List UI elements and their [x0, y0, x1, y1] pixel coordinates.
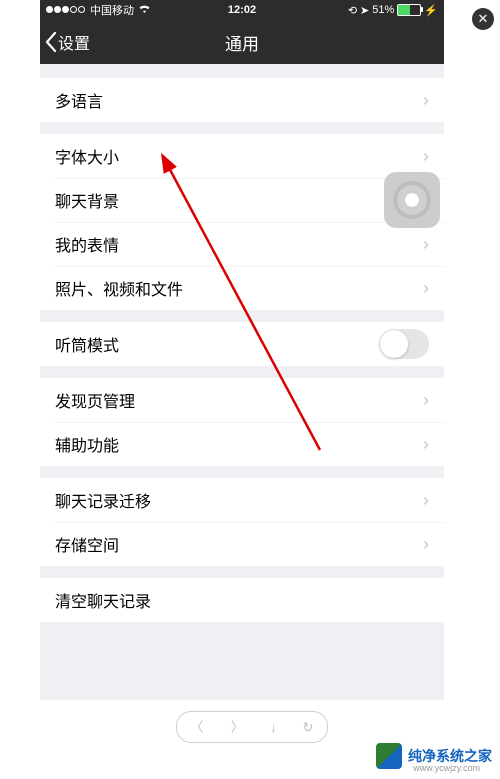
settings-group: 清空聊天记录 — [40, 578, 444, 622]
cell-accessibility[interactable]: 辅助功能› — [40, 422, 444, 466]
assistive-touch-icon — [393, 181, 431, 219]
cell-stickers[interactable]: 我的表情› — [40, 222, 444, 266]
battery-icon — [397, 4, 421, 16]
cell-label: 听筒模式 — [55, 332, 379, 356]
chevron-right-icon: › — [423, 534, 429, 555]
watermark-logo-icon — [376, 743, 402, 769]
cell-label: 聊天背景 — [55, 188, 423, 212]
settings-group: 发现页管理›辅助功能› — [40, 378, 444, 466]
download-button[interactable]: ↓ — [270, 719, 276, 735]
chevron-right-icon: › — [423, 234, 429, 255]
settings-group: 听筒模式 — [40, 322, 444, 366]
cell-clear[interactable]: 清空聊天记录 — [40, 578, 444, 622]
gallery-toolbar: 〈 〉 ↓ ↻ — [176, 711, 328, 743]
watermark: 纯净系统之家 www.ycwjzy.com — [376, 743, 492, 769]
cell-label: 聊天记录迁移 — [55, 488, 423, 512]
cell-storage[interactable]: 存储空间› — [40, 522, 444, 566]
settings-group: 多语言› — [40, 78, 444, 122]
cell-earpiece[interactable]: 听筒模式 — [40, 322, 444, 366]
status-bar: 中国移动 12:02 ⟲ ➤ 51% ⚡ — [40, 0, 444, 20]
settings-list: 多语言›字体大小›聊天背景›我的表情›照片、视频和文件›听筒模式发现页管理›辅助… — [40, 78, 444, 622]
close-overlay-button[interactable]: ✕ — [472, 8, 494, 30]
cell-label: 存储空间 — [55, 532, 423, 556]
cell-label: 多语言 — [55, 88, 423, 112]
cell-label: 发现页管理 — [55, 388, 423, 412]
nav-bar: 设置 通用 — [40, 20, 444, 64]
assistive-touch-button[interactable] — [384, 172, 440, 228]
toggle-earpiece[interactable] — [379, 329, 429, 359]
cell-label: 照片、视频和文件 — [55, 276, 423, 300]
clock-label: 12:02 — [40, 4, 444, 16]
watermark-site: www.ycwjzy.com — [413, 763, 480, 773]
prev-button[interactable]: 〈 — [191, 717, 204, 737]
chevron-right-icon: › — [423, 390, 429, 411]
cell-discover[interactable]: 发现页管理› — [40, 378, 444, 422]
cell-label: 字体大小 — [55, 144, 423, 168]
chevron-right-icon: › — [423, 90, 429, 111]
cell-migrate[interactable]: 聊天记录迁移› — [40, 478, 444, 522]
phone-frame: 中国移动 12:02 ⟲ ➤ 51% ⚡ 设置 通用 多语言›字体大小›聊天背景… — [40, 0, 444, 700]
cell-label: 清空聊天记录 — [55, 588, 429, 612]
chevron-right-icon: › — [423, 490, 429, 511]
cell-label: 我的表情 — [55, 232, 423, 256]
chevron-right-icon: › — [423, 434, 429, 455]
settings-group: 聊天记录迁移›存储空间› — [40, 478, 444, 566]
chevron-right-icon: › — [423, 146, 429, 167]
cell-fontsize[interactable]: 字体大小› — [40, 134, 444, 178]
page-title: 通用 — [40, 30, 444, 55]
cell-label: 辅助功能 — [55, 432, 423, 456]
cell-multilang[interactable]: 多语言› — [40, 78, 444, 122]
next-button[interactable]: 〉 — [230, 717, 243, 737]
refresh-button[interactable]: ↻ — [303, 719, 314, 736]
chevron-right-icon: › — [423, 278, 429, 299]
settings-group: 字体大小›聊天背景›我的表情›照片、视频和文件› — [40, 134, 444, 310]
cell-files[interactable]: 照片、视频和文件› — [40, 266, 444, 310]
